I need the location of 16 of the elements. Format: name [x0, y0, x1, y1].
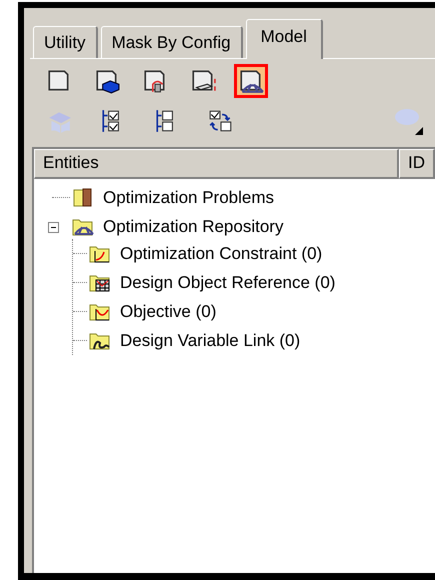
tree-item[interactable]: Optimization Constraint (0) [120, 244, 322, 264]
tree-item[interactable]: Objective (0) [120, 302, 216, 322]
tree-item[interactable]: Optimization Problems [103, 188, 274, 208]
tree-item[interactable]: Design Object Reference (0) [120, 272, 336, 292]
page-bridge-button[interactable] [234, 64, 268, 98]
tree-item[interactable]: Optimization Repository [103, 216, 284, 236]
page-block-icon [190, 68, 216, 94]
tree-item[interactable]: Design Variable Link (0) [120, 330, 300, 350]
tab[interactable]: Model [246, 19, 323, 59]
tab[interactable]: Mask By Config [100, 26, 243, 58]
tab[interactable]: Utility [33, 26, 98, 58]
column-header[interactable]: Entities [34, 149, 399, 179]
page-cube-icon [94, 68, 120, 94]
column-header[interactable]: ID [399, 149, 435, 179]
page-bridge-icon [238, 68, 264, 94]
swap-boxes-icon[interactable] [208, 108, 234, 134]
